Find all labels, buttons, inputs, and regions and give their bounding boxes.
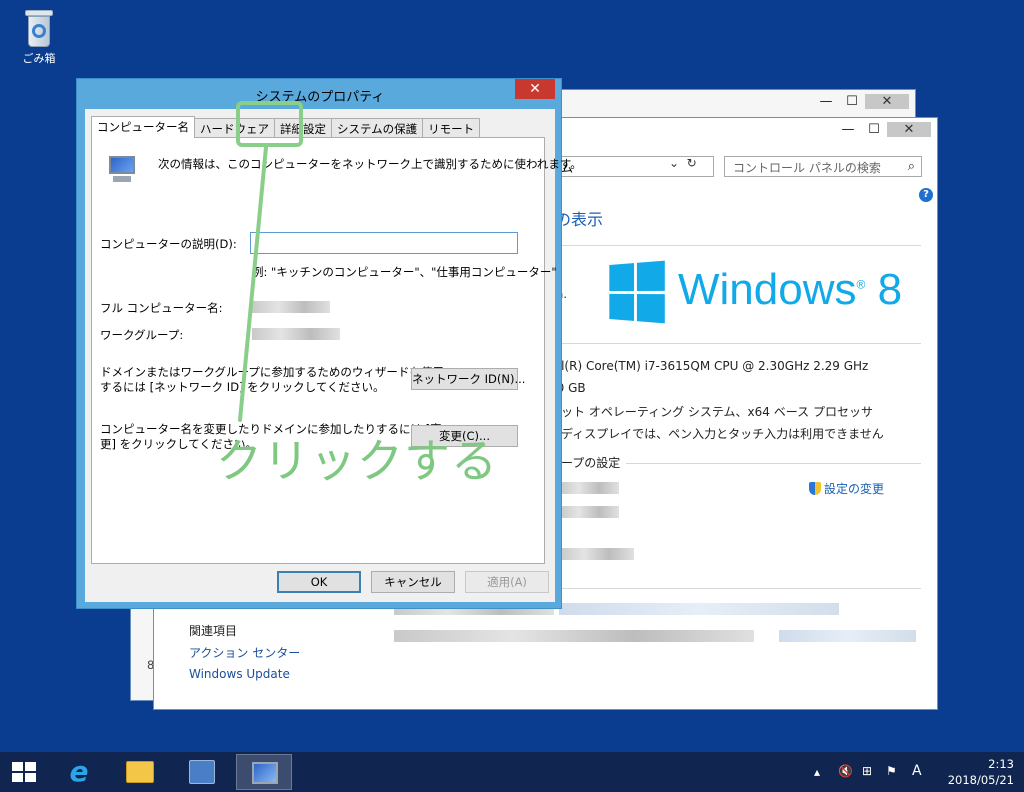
clock[interactable]: 2:13 2018/05/21 xyxy=(948,756,1014,788)
clock-date: 2018/05/21 xyxy=(947,773,1014,787)
internet-explorer-icon[interactable]: e xyxy=(64,758,94,786)
recycle-bin-icon xyxy=(24,8,54,48)
back-window-controls: — ☐ ✕ xyxy=(813,94,909,109)
ime-indicator[interactable]: A xyxy=(912,763,922,779)
related-link-action-center[interactable]: アクション センター xyxy=(189,644,300,661)
redacted-value xyxy=(559,482,619,494)
system-properties-dialog[interactable]: システムのプロパティ ✕ コンピューター名 ハードウェア 詳細設定 システムの保… xyxy=(76,78,582,609)
annotation-text: クリックする xyxy=(216,434,498,488)
redacted-value xyxy=(559,506,619,518)
divider xyxy=(549,245,921,246)
redacted-value xyxy=(394,630,754,642)
divider xyxy=(549,588,921,589)
windows-logo-text: Windows xyxy=(678,265,857,314)
maximize-icon[interactable]: ☐ xyxy=(861,122,887,137)
tab-remote[interactable]: リモート xyxy=(422,118,481,138)
close-button[interactable]: ✕ xyxy=(515,79,555,99)
action-center-flag-icon[interactable]: ⚑ xyxy=(886,764,897,778)
window-controls: — ☐ ✕ xyxy=(835,122,931,137)
search-input[interactable]: コントロール パネルの検索 ⌕ xyxy=(724,156,922,177)
description-example: 例: "キッチンのコンピューター"、"仕事用コンピューター" xyxy=(252,265,557,279)
system-properties-icon xyxy=(252,762,278,784)
volume-muted-icon[interactable]: 🔇 xyxy=(838,764,853,778)
network-id-button[interactable]: ネットワーク ID(N)... xyxy=(411,368,525,390)
divider xyxy=(549,343,921,344)
full-computer-name-label: フル コンピューター名: xyxy=(100,301,223,315)
computer-description-input[interactable] xyxy=(250,232,518,254)
start-button[interactable] xyxy=(12,762,36,782)
cancel-button[interactable]: キャンセル xyxy=(371,571,455,593)
show-hidden-icons[interactable]: ▴ xyxy=(814,765,820,779)
minimize-icon[interactable]: — xyxy=(813,94,839,109)
help-icon[interactable]: ? xyxy=(919,188,933,202)
close-icon[interactable]: ✕ xyxy=(887,122,931,137)
computer-name-panel: 次の情報は、このコンピューターをネットワーク上で識別するために使われます。 コン… xyxy=(91,137,582,564)
search-placeholder: コントロール パネルの検索 xyxy=(733,161,881,175)
annotation-pointer-line xyxy=(238,145,268,422)
redacted-value xyxy=(559,548,634,560)
taskbar-file-explorer[interactable] xyxy=(112,754,168,790)
related-title: 関連項目 xyxy=(189,624,238,638)
taskbar-server-manager[interactable] xyxy=(174,754,230,790)
intro-text: 次の情報は、このコンピューターをネットワーク上で識別するために使われます。 xyxy=(158,157,582,171)
divider xyxy=(626,463,921,464)
shield-icon xyxy=(809,482,821,495)
apply-button[interactable]: 適用(A) xyxy=(465,571,549,593)
recycle-bin-label: ごみ箱 xyxy=(22,52,56,65)
recycle-bin-desktop-icon[interactable]: ごみ箱 xyxy=(12,8,66,66)
description-label: コンピューターの説明(D): xyxy=(100,237,237,251)
redacted-value xyxy=(779,630,916,642)
windows-logo: Windows® 8 xyxy=(606,260,902,324)
dialog-title: システムのプロパティ xyxy=(255,90,385,105)
minimize-icon[interactable]: — xyxy=(835,122,861,137)
computer-icon xyxy=(107,156,137,184)
taskbar-system-properties[interactable] xyxy=(236,754,292,790)
pen-touch-value: のディスプレイでは、ペン入力とタッチ入力は利用できません xyxy=(549,427,884,441)
maximize-icon[interactable]: ☐ xyxy=(839,94,865,109)
redacted-value xyxy=(559,603,839,615)
server-manager-icon xyxy=(189,760,215,784)
system-type-value: ビット オペレーティング システム、x64 ベース プロセッサ xyxy=(549,405,873,419)
workgroup-label: ワークグループ: xyxy=(100,328,184,342)
search-icon[interactable]: ⌕ xyxy=(908,159,915,174)
processor-value: tel(R) Core(TM) i7-3615QM CPU @ 2.30GHz … xyxy=(549,359,869,373)
network-icon[interactable]: ⊞ xyxy=(862,764,872,778)
tab-system-protection[interactable]: システムの保護 xyxy=(331,118,424,138)
change-settings-link[interactable]: 設定の変更 xyxy=(809,480,884,497)
folder-icon xyxy=(126,761,154,783)
clock-time: 2:13 xyxy=(988,757,1014,771)
taskbar: e ▴ 🔇 ⊞ ⚑ A 2:13 2018/05/21 xyxy=(0,752,1024,792)
close-icon[interactable]: ✕ xyxy=(865,94,909,109)
windows-flag-icon xyxy=(609,260,665,324)
close-icon: ✕ xyxy=(529,81,541,97)
dialog-client-area: コンピューター名 ハードウェア 詳細設定 システムの保護 リモート 次の情報は、… xyxy=(85,109,582,602)
tab-computer-name[interactable]: コンピューター名 xyxy=(91,116,195,138)
related-link-windows-update[interactable]: Windows Update xyxy=(189,667,290,681)
windows-logo-version: 8 xyxy=(877,265,903,314)
ok-button[interactable]: OK xyxy=(277,571,361,593)
address-dropdown-icon[interactable]: ⌄ ↻ xyxy=(669,156,697,170)
highlight-box-advanced-tab xyxy=(236,101,303,147)
